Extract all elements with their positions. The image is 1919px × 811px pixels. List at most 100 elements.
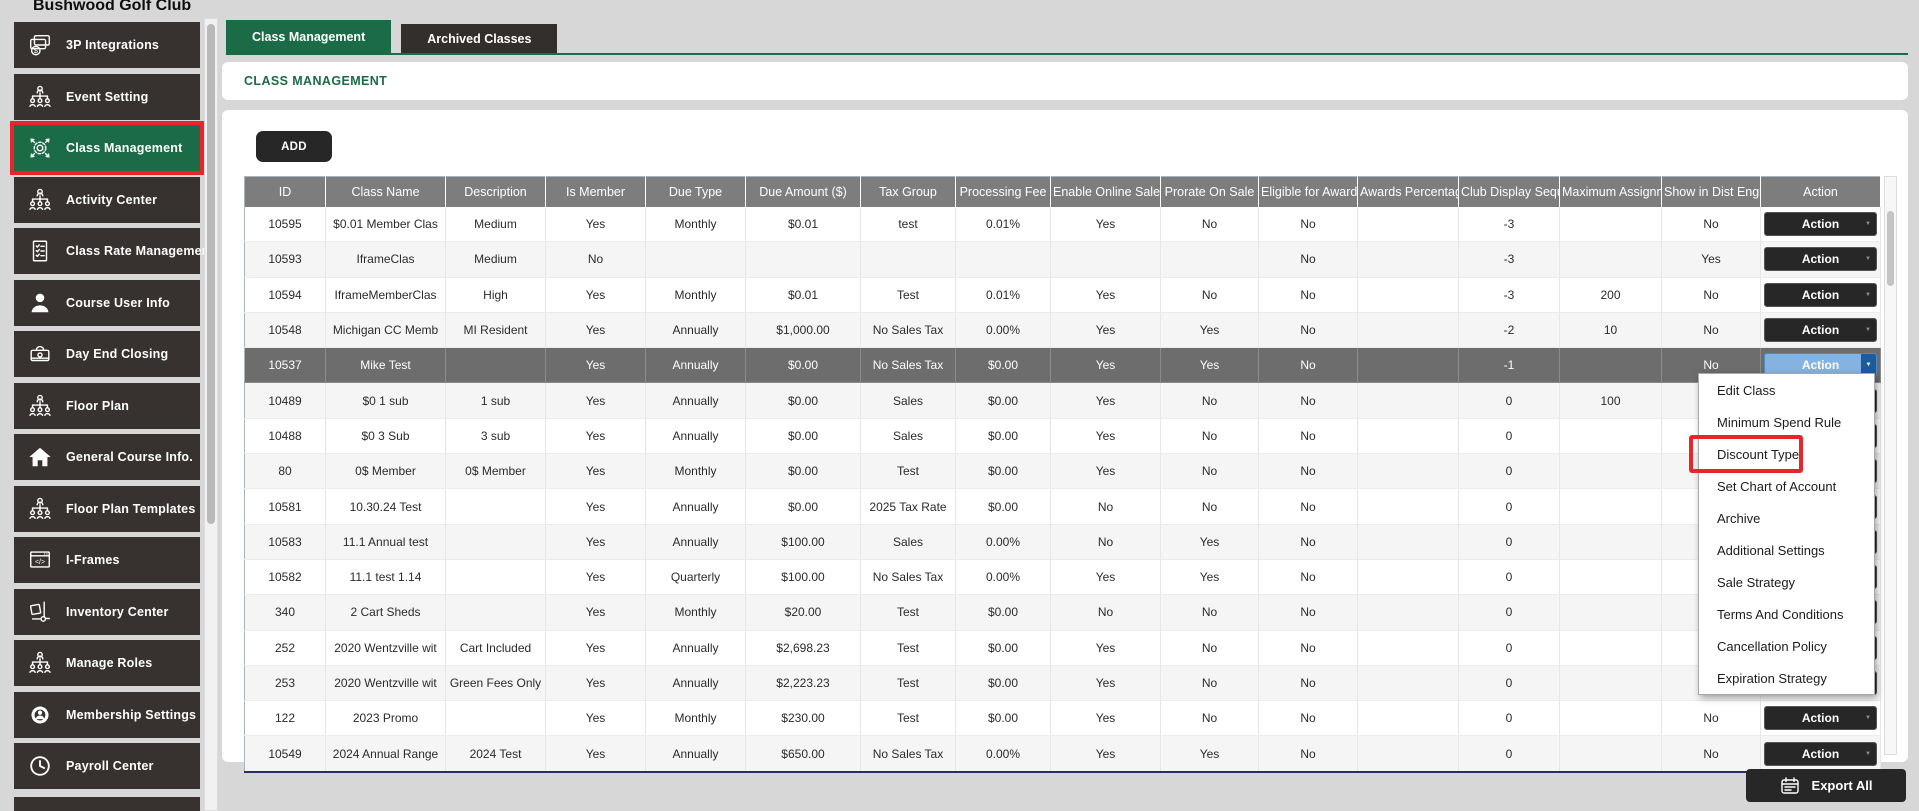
sidebar-item-floor-plan[interactable]: Floor Plan [14, 382, 200, 429]
sidebar-item-inventory-center[interactable]: Inventory Center [14, 588, 200, 635]
table-cell [1559, 347, 1662, 384]
table-row[interactable]: 10537 Mike Test Yes Annually $0.00 No Sales T… [244, 347, 1881, 384]
table-cell: No [1160, 630, 1259, 666]
sidebar-item-activity-center[interactable]: Activity Center [14, 176, 200, 223]
table-cell: 2024 Annual Range [325, 735, 446, 773]
column-header-prorate-on-sale[interactable]: Prorate On Sale [1160, 176, 1259, 207]
menu-item-expiration-strategy[interactable]: Expiration Strategy [1699, 662, 1874, 694]
table-row[interactable]: 10489 $0 1 sub 1 sub Yes Annually $0.00 Sales $… [244, 382, 1881, 419]
menu-item-additional-settings[interactable]: Additional Settings [1699, 534, 1874, 566]
menu-item-minimum-spend-rule[interactable]: Minimum Spend Rule [1699, 406, 1874, 438]
menu-item-sale-strategy[interactable]: Sale Strategy [1699, 566, 1874, 598]
table-cell: Yes [1160, 347, 1259, 384]
column-header-show-in-dist-engin[interactable]: Show in Dist Engin [1661, 176, 1761, 207]
action-button[interactable]: Action ▼ [1764, 706, 1877, 731]
menu-item-discount-type[interactable]: Discount Type [1689, 435, 1874, 473]
sidebar-item-class-management[interactable]: Class Management [14, 125, 200, 171]
column-header-id[interactable]: ID [244, 176, 326, 207]
table-cell: Yes [545, 700, 646, 737]
table-cell [645, 241, 746, 278]
column-header-processing-fee[interactable]: Processing Fee [955, 176, 1051, 207]
table-row[interactable]: 253 2020 Wentzville wit Green Fees Only Yes… [244, 665, 1881, 702]
action-button[interactable]: Action ▼ [1764, 212, 1877, 237]
table-row[interactable]: 10595 $0.01 Member Clas Medium Yes Monthly $0… [244, 207, 1881, 243]
table-row[interactable]: 10583 11.1 Annual test Yes Annually $100.00 S… [244, 524, 1881, 560]
action-button[interactable]: Action ▼ [1764, 282, 1877, 307]
column-header-class-name[interactable]: Class Name [325, 176, 446, 207]
sidebar-item-floor-plan-templates[interactable]: Floor Plan Templates [14, 485, 200, 532]
table-cell: Yes [545, 735, 646, 773]
table-cell: Test [860, 630, 956, 666]
table-row[interactable]: 80 0$ Member 0$ Member Yes Monthly $0.00 Test $… [244, 453, 1881, 490]
sidebar-item-i-frames[interactable]: </> I-Frames [14, 537, 200, 583]
tab-archived-classes[interactable]: Archived Classes [401, 24, 558, 53]
column-header-due-amount[interactable]: Due Amount ($) [745, 176, 861, 207]
table-cell: Yes [1050, 207, 1161, 243]
sidebar-scrollbar[interactable] [204, 18, 218, 811]
column-header-maximum-assignm[interactable]: Maximum Assignm [1559, 176, 1662, 207]
sidebar-scrollbar-thumb[interactable] [207, 24, 215, 524]
sidebar-item-3p-integrations[interactable]: $3P Integrations [14, 22, 200, 68]
table-cell [1357, 312, 1459, 349]
action-button[interactable]: Action ▼ [1764, 318, 1877, 343]
sidebar-item-label: Payroll Center [66, 759, 154, 773]
table-row[interactable]: 10548 Michigan CC Memb MI Resident Yes Annua… [244, 312, 1881, 349]
table-cell: $0.00 [745, 347, 861, 384]
column-header-enable-online-sale[interactable]: Enable Online Sale [1050, 176, 1161, 207]
table-row[interactable]: 122 2023 Promo Yes Monthly $230.00 Test $0.00 Y… [244, 700, 1881, 737]
column-header-description[interactable]: Description [445, 176, 546, 207]
column-header-is-member[interactable]: Is Member [545, 176, 646, 207]
table-cell: 0 [1458, 665, 1560, 702]
column-header-action[interactable]: Action [1760, 176, 1881, 207]
column-header-awards-percentage[interactable]: Awards Percentage [1357, 176, 1459, 207]
table-row[interactable]: 10549 2024 Annual Range 2024 Test Yes Annual… [244, 735, 1881, 773]
menu-item-archive[interactable]: Archive [1699, 502, 1874, 534]
table-cell [1357, 241, 1459, 278]
table-cell: 0 [1458, 735, 1560, 773]
table-row[interactable]: 10582 11.1 test 1.14 Yes Quarterly $100.00 No… [244, 559, 1881, 596]
svg-text:</>: </> [35, 559, 45, 566]
table-cell [1160, 241, 1259, 278]
table-header-row: ID Class Name Description Is Member Due Type… [244, 176, 1881, 207]
add-button[interactable]: ADD [256, 131, 332, 162]
table-row[interactable]: 252 2020 Wentzville wit Cart Included Yes An… [244, 630, 1881, 666]
table-row[interactable]: 10488 $0 3 Sub 3 sub Yes Annually $0.00 Sales $… [244, 418, 1881, 455]
table-row[interactable]: 10581 10.30.24 Test Yes Annually $0.00 2025 T… [244, 488, 1881, 525]
sidebar-item-label: General Course Info. [66, 450, 193, 464]
sidebar-item-event-setting[interactable]: Event Setting [14, 73, 200, 120]
column-header-club-display-seque[interactable]: Club Display Seque [1458, 176, 1560, 207]
sidebar-item-course-user-info[interactable]: Course User Info [14, 279, 200, 326]
table-scrollbar[interactable] [1884, 176, 1897, 755]
table-cell: No [1258, 277, 1358, 313]
action-button[interactable]: Action ▼ [1764, 741, 1877, 766]
chevron-down-icon: ▼ [1865, 750, 1871, 757]
menu-item-set-chart-of-account[interactable]: Set Chart of Account [1699, 470, 1874, 502]
table-cell: No [1661, 735, 1761, 773]
table-cell: No [1258, 594, 1358, 631]
sidebar-item-label: Day End Closing [66, 347, 169, 361]
sidebar-item-payroll-center[interactable]: Payroll Center [14, 743, 200, 789]
sidebar-item-class-rate-management[interactable]: Class Rate Management [14, 228, 214, 274]
menu-item-cancellation-policy[interactable]: Cancellation Policy [1699, 630, 1874, 662]
sidebar-item-partial[interactable] [14, 797, 200, 811]
menu-item-terms-and-conditions[interactable]: Terms And Conditions [1699, 598, 1874, 630]
table-row[interactable]: 10594 IframeMemberClas High Yes Monthly $0.01… [244, 277, 1881, 313]
column-header-due-type[interactable]: Due Type [645, 176, 746, 207]
table-row[interactable]: 340 2 Cart Sheds Yes Monthly $20.00 Test $0.00… [244, 594, 1881, 631]
column-header-tax-group[interactable]: Tax Group [860, 176, 956, 207]
action-button[interactable]: Action ▼ [1764, 247, 1877, 272]
table-cell [1559, 594, 1662, 631]
sidebar-item-day-end-closing[interactable]: Day End Closing [14, 331, 200, 377]
column-header-eligible-for-awards[interactable]: Eligible for Awards [1258, 176, 1358, 207]
sidebar-item-general-course-info[interactable]: General Course Info. [14, 434, 200, 480]
menu-item-edit-class[interactable]: Edit Class [1699, 374, 1874, 406]
table-scrollbar-thumb[interactable] [1887, 211, 1894, 286]
sidebar-item-manage-roles[interactable]: Manage Roles [14, 640, 200, 686]
tab-class-management[interactable]: Class Management [226, 20, 392, 53]
sidebar-item-membership-settings[interactable]: Membership Settings [14, 691, 200, 738]
table-cell: No [1160, 382, 1259, 419]
export-all-button[interactable]: Export All [1746, 769, 1906, 802]
table-cell: 10 [1559, 312, 1662, 349]
table-row[interactable]: 10593 IframeClas Medium No No -3 Yes Action ▼ [244, 241, 1881, 278]
table-cell: No [545, 241, 646, 278]
